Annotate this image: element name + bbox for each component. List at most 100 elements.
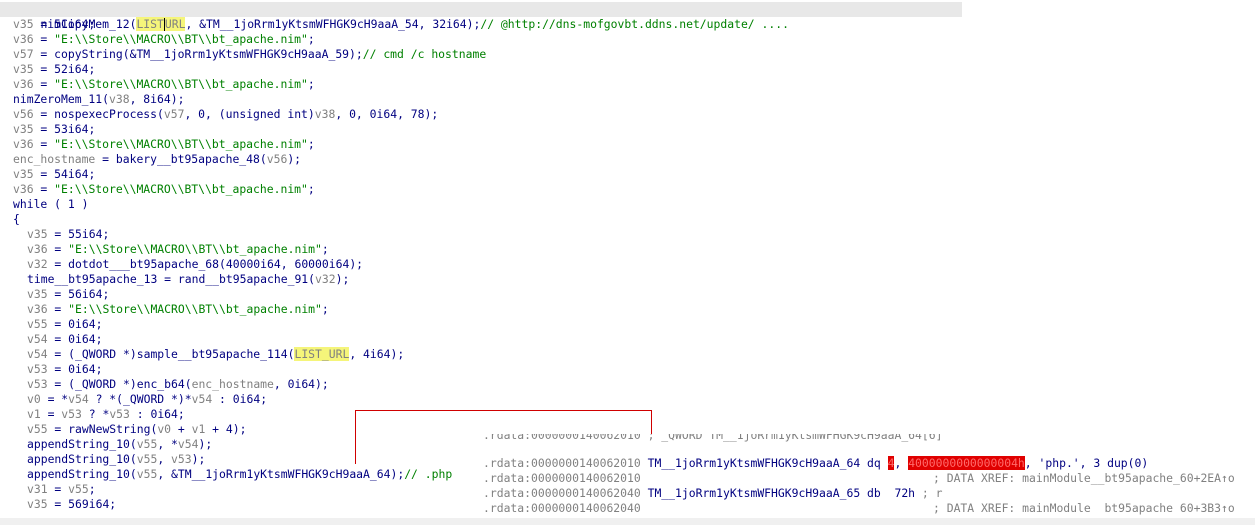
var: v36 xyxy=(13,32,34,46)
var: v57 xyxy=(13,47,34,61)
code-text: = (_QWORD *)sample__bt95apache_114( xyxy=(47,347,295,361)
code-line[interactable]: v35 = 51i64; xyxy=(13,17,95,32)
var: v31 xyxy=(27,482,48,496)
code-text: appendString_10( xyxy=(27,467,137,481)
code-line[interactable]: v56 = nospexecProcess(v57, 0, (unsigned … xyxy=(13,107,438,122)
code-text: , xyxy=(894,456,909,470)
code-line[interactable]: v35 = 52i64; xyxy=(13,62,95,77)
address: .rdata:0000000140062010 xyxy=(483,471,641,485)
var: v53 xyxy=(171,452,192,466)
code-text: + 4); xyxy=(205,422,247,436)
var: v32 xyxy=(27,257,48,271)
address: .rdata:0000000140062010 xyxy=(483,434,641,442)
var: v54 xyxy=(27,347,48,361)
rdata-dump-panel[interactable]: .rdata:0000000140062010 ; _QWORD TM__1jo… xyxy=(483,434,1243,525)
code-line[interactable]: v35 = 56i64; xyxy=(27,287,109,302)
code-text: ; xyxy=(307,182,315,196)
code-line[interactable]: time__bt95apache_13 = rand__bt95apache_9… xyxy=(27,272,349,287)
code-text: , * xyxy=(157,437,178,451)
code-text: + xyxy=(171,422,192,436)
code-line[interactable]: v0 = *v54 ? *(_QWORD *)*v54 : 0i64; xyxy=(27,392,267,407)
var: v35 xyxy=(13,62,34,76)
code-text: = xyxy=(47,242,69,256)
code-line[interactable]: v53 = 0i64; xyxy=(27,362,102,377)
code-line[interactable]: v36 = "E:\\Store\\MACRO\\BT\\bt_apache.n… xyxy=(13,137,315,152)
xref-comment[interactable]: ; DATA XREF: mainModule bt95apache 60+3B… xyxy=(933,501,1235,516)
symbol-definition: TM__1joRrm1yKtsmWFHGK9cH9aaA_65 db 72h xyxy=(640,486,922,500)
xref-comment[interactable]: ; DATA XREF: mainModule__bt95apache_60+2… xyxy=(933,471,1235,486)
code-text: = xyxy=(33,32,55,46)
code-line[interactable]: v32 = dotdot___bt95apache_68(40000i64, 6… xyxy=(27,257,363,272)
code-text: ; xyxy=(321,302,329,316)
code-line[interactable]: v36 = "E:\\Store\\MACRO\\BT\\bt_apache.n… xyxy=(27,242,329,257)
var: v55 xyxy=(136,467,158,481)
code-line[interactable]: v53 = (_QWORD *)enc_b64(enc_hostname, 0i… xyxy=(27,377,329,392)
code-line[interactable]: { xyxy=(13,212,20,227)
code-text: nimZeroMem_11( xyxy=(13,92,110,106)
code-line[interactable]: appendString_10(v55, v53); xyxy=(27,452,205,467)
code-text: = xyxy=(33,182,55,196)
code-line[interactable]: enc_hostname = bakery__bt95apache_48(v56… xyxy=(13,152,301,167)
var: v36 xyxy=(13,182,34,196)
list-url-highlight[interactable]: LISTURL xyxy=(136,17,186,31)
code-line[interactable]: v1 = v53 ? *v53 : 0i64; xyxy=(27,407,185,422)
var: v38 xyxy=(109,92,130,106)
annotation-arrow-line xyxy=(355,410,356,464)
code-line[interactable]: v55 = rawNewString(v0 + v1 + 4); xyxy=(27,422,246,437)
code-line[interactable]: v36 = "E:\\Store\\MACRO\\BT\\bt_apache.n… xyxy=(13,32,315,47)
var: v53 xyxy=(27,362,48,376)
code-text: ); xyxy=(191,452,206,466)
code-text: = 56i64; xyxy=(47,287,110,301)
dump-line[interactable]: .rdata:0000000140062040 TM__1joRrm1yKtsm… xyxy=(483,486,942,501)
code-line[interactable]: v36 = "E:\\Store\\MACRO\\BT\\bt_apache.n… xyxy=(13,77,315,92)
code-text: : 0i64; xyxy=(129,407,185,421)
code-text: = 54i64; xyxy=(33,167,96,181)
code-line[interactable]: v35 = 53i64; xyxy=(13,122,95,137)
code-line[interactable]: v31 = v55; xyxy=(27,482,96,497)
var: v38 xyxy=(314,107,336,121)
code-text: = 53i64; xyxy=(33,122,96,136)
var: v35 xyxy=(27,227,48,241)
var: v1 xyxy=(191,422,206,436)
var: v57 xyxy=(163,107,185,121)
address: .rdata:0000000140062010 xyxy=(483,456,641,470)
code-text: , 'php.', 3 dup(0) xyxy=(1024,456,1149,470)
code-line[interactable]: v36 = "E:\\Store\\MACRO\\BT\\bt_apache.n… xyxy=(27,302,329,317)
dump-line[interactable]: .rdata:0000000140062010 TM__1joRrm1yKtsm… xyxy=(483,456,1148,471)
code-line[interactable]: while ( 1 ) xyxy=(13,197,88,212)
code-line[interactable]: v55 = 0i64; xyxy=(27,317,102,332)
code-line[interactable]: appendString_10(v55, *v54); xyxy=(27,437,212,452)
code-line[interactable]: v57 = copyString(&TM__1joRrm1yKtsmWFHGK9… xyxy=(13,47,486,62)
code-text: ); xyxy=(335,272,350,286)
dump-line[interactable]: .rdata:0000000140062010 ; DATA XREF: main… xyxy=(483,471,1235,486)
code-line[interactable]: v35 = 54i64; xyxy=(13,167,95,182)
comment-url: // @http://dns-mofgovbt.ddns.net/update/… xyxy=(480,17,789,31)
var: v54 xyxy=(68,392,89,406)
dump-line[interactable]: .rdata:0000000140062010 ; _QWORD TM__1jo… xyxy=(483,434,942,443)
code-line-current[interactable]: nimCopyMem_12(LISTURL, &TM__1joRrm1yKtsm… xyxy=(0,2,962,31)
annotation-arrow-line xyxy=(355,410,652,411)
dump-comment: ; _QWORD TM__1joRrm1yKtsmWFHGK9cH9aaA_64… xyxy=(640,434,943,442)
var: enc_hostname xyxy=(191,377,274,391)
var: v53 xyxy=(61,407,82,421)
code-text: = 569i64; xyxy=(47,497,117,511)
code-line[interactable]: v36 = "E:\\Store\\MACRO\\BT\\bt_apache.n… xyxy=(13,182,315,197)
code-text: ; xyxy=(307,137,315,151)
var: v55 xyxy=(136,452,158,466)
code-line[interactable]: nimZeroMem_11(v38, 8i64); xyxy=(13,92,184,107)
code-line[interactable]: v35 = 55i64; xyxy=(27,227,109,242)
code-line[interactable]: v54 = 0i64; xyxy=(27,332,102,347)
symbol-definition: TM__1joRrm1yKtsmWFHGK9cH9aaA_64 dq xyxy=(640,456,888,470)
code-line[interactable]: appendString_10(v55, &TM__1joRrm1yKtsmWF… xyxy=(27,467,452,482)
code-line[interactable]: v35 = 569i64; xyxy=(27,497,116,512)
var: v35 xyxy=(13,122,34,136)
code-text: , xyxy=(157,452,172,466)
dump-line[interactable]: .rdata:0000000140062040 ; DATA XREF: main… xyxy=(483,501,1235,516)
code-line[interactable]: v54 = (_QWORD *)sample__bt95apache_114(L… xyxy=(27,347,404,362)
code-text: ? * xyxy=(81,407,110,421)
list-url-highlight[interactable]: LIST_URL xyxy=(294,347,350,361)
code-text: = xyxy=(47,482,69,496)
var: v35 xyxy=(27,287,48,301)
code-text: ); xyxy=(287,152,302,166)
list-url-part1: LIST xyxy=(136,17,164,31)
